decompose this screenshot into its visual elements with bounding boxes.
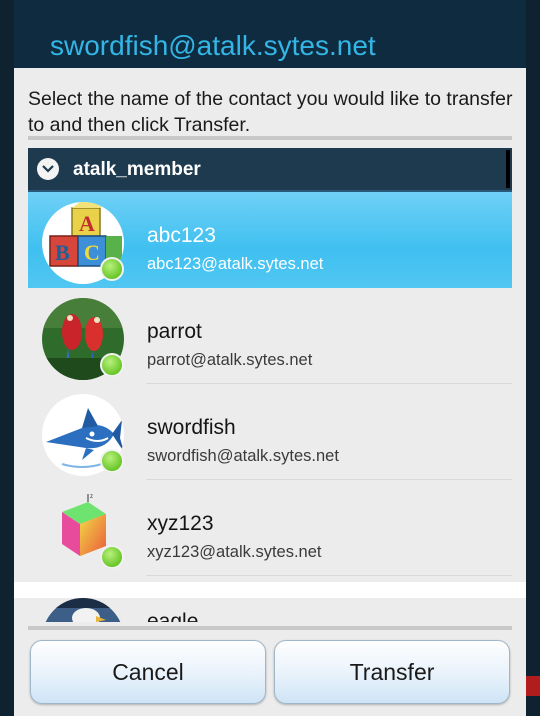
divider <box>146 575 512 576</box>
contact-jid: swordfish@atalk.sytes.net <box>147 447 339 465</box>
divider <box>28 136 512 140</box>
contact-row-parrot[interactable]: parrot parrot@atalk.sytes.net <box>28 288 512 384</box>
contact-jid: xyz123@atalk.sytes.net <box>147 543 322 561</box>
avatar <box>42 598 124 622</box>
online-status-icon <box>100 545 124 569</box>
contact-name: abc123 <box>147 224 216 247</box>
background-left <box>0 0 14 716</box>
background-right <box>526 0 540 716</box>
online-status-icon <box>100 353 124 377</box>
contact-row-xyz123[interactable]: z xyz123 xyz123@atalk.sytes.net <box>28 480 512 576</box>
contact-group-header[interactable]: atalk_member <box>28 148 512 192</box>
contact-jid: abc123@atalk.sytes.net <box>147 255 324 273</box>
group-name: atalk_member <box>73 159 201 180</box>
svg-text:A: A <box>79 211 95 236</box>
transfer-dialog: swordfish@atalk.sytes.net Select the nam… <box>14 0 526 716</box>
cancel-button[interactable]: Cancel <box>30 640 266 704</box>
svg-text:B: B <box>55 240 70 265</box>
dialog-instructions: Select the name of the contact you would… <box>28 88 513 136</box>
background-accent <box>526 676 540 696</box>
contact-name: xyz123 <box>147 512 214 535</box>
contact-row-swordfish[interactable]: swordfish swordfish@atalk.sytes.net <box>28 384 512 480</box>
contact-jid: parrot@atalk.sytes.net <box>147 351 313 369</box>
svg-text:z: z <box>90 494 93 500</box>
online-status-icon <box>100 449 124 473</box>
chevron-down-icon[interactable] <box>37 158 59 180</box>
divider <box>28 626 512 630</box>
contact-name: swordfish <box>147 416 236 439</box>
contact-name: parrot <box>147 320 202 343</box>
dialog-title-bar: swordfish@atalk.sytes.net <box>14 0 526 68</box>
contact-row-eagle[interactable]: eagle <box>14 598 526 622</box>
contact-name: eagle <box>147 610 199 622</box>
dialog-title: swordfish@atalk.sytes.net <box>50 30 376 61</box>
contact-list: A B C abc123 abc123@atalk.sytes.net parr… <box>28 192 512 597</box>
online-status-icon <box>100 257 124 281</box>
svg-text:C: C <box>84 240 100 265</box>
contact-row-abc123[interactable]: A B C abc123 abc123@atalk.sytes.net <box>28 192 512 288</box>
transfer-button[interactable]: Transfer <box>274 640 510 704</box>
scrollbar[interactable] <box>506 150 510 188</box>
list-edge <box>14 582 526 598</box>
